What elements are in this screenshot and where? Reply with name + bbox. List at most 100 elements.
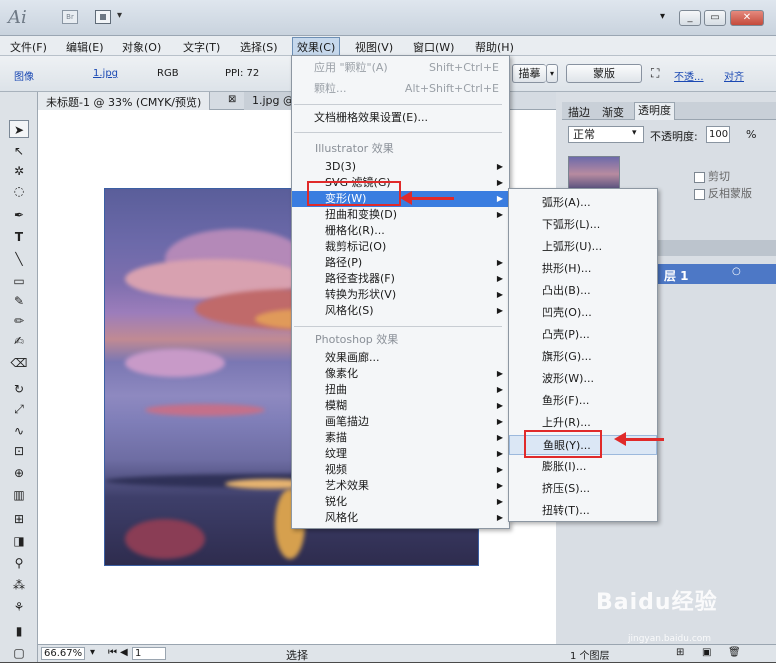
menu-effect[interactable]: 效果(C) xyxy=(292,37,341,57)
chevron-down-icon[interactable]: ▾ xyxy=(117,10,122,21)
warp-item-6[interactable]: 凸壳(P)... xyxy=(509,325,657,345)
menu-item-illustrator-3[interactable]: 扭曲和变换(D) ▶ xyxy=(292,207,509,223)
trash-icon[interactable]: 🗑 xyxy=(728,647,741,658)
trace-options-icon[interactable]: ▾ xyxy=(546,64,558,83)
warp-item-5[interactable]: 凹壳(O)... xyxy=(509,303,657,323)
warp-item-3[interactable]: 拱形(H)... xyxy=(509,259,657,279)
symbol-sprayer-tool-icon[interactable]: ⚘ xyxy=(9,598,29,616)
warp-item-9[interactable]: 鱼形(F)... xyxy=(509,391,657,411)
zoom-dropdown-icon[interactable]: ▾ xyxy=(90,647,95,658)
warp-item-12[interactable]: 膨胀(I)... xyxy=(509,457,657,477)
target-icon[interactable]: ○ xyxy=(732,266,741,277)
gradient-tool-icon[interactable]: ◨ xyxy=(9,532,29,550)
warp-item-2[interactable]: 上弧形(U)... xyxy=(509,237,657,257)
menu-item-grain[interactable]: 颗粒... Alt+Shift+Ctrl+E xyxy=(292,81,509,97)
menu-item-photoshop-0[interactable]: 效果画廊... xyxy=(292,350,509,366)
tab-gradient[interactable]: 渐变 xyxy=(602,104,624,120)
menu-item-doc-raster-settings[interactable]: 文档栅格效果设置(E)... xyxy=(292,110,509,126)
menu-item-photoshop-2[interactable]: 扭曲 ▶ xyxy=(292,382,509,398)
warp-item-14[interactable]: 扭转(T)... xyxy=(509,501,657,521)
menu-item-photoshop-3[interactable]: 模糊 ▶ xyxy=(292,398,509,414)
tab-untitled[interactable]: 未标题-1 @ 33% (CMYK/预览) xyxy=(38,92,211,110)
bridge-button[interactable]: Br xyxy=(62,10,78,24)
menu-item-illustrator-6[interactable]: 路径(P) ▶ xyxy=(292,255,509,271)
mask-button[interactable]: 蒙版 xyxy=(566,64,642,83)
menu-type[interactable]: 文字(T) xyxy=(183,39,220,55)
zoom-field[interactable]: 66.67% xyxy=(41,647,86,660)
blob-brush-tool-icon[interactable]: ✍ xyxy=(9,332,29,350)
menu-object[interactable]: 对象(O) xyxy=(122,39,161,55)
menu-item-photoshop-4[interactable]: 画笔描边 ▶ xyxy=(292,414,509,430)
paintbrush-tool-icon[interactable]: ✎ xyxy=(9,292,29,310)
menu-item-photoshop-10[interactable]: 风格化 ▶ xyxy=(292,510,509,526)
eyedropper-tool-icon[interactable]: ⚲ xyxy=(9,554,29,572)
graph-tool-icon[interactable]: ▥ xyxy=(9,486,29,504)
menu-help[interactable]: 帮助(H) xyxy=(475,39,514,55)
column-graph-tool-icon[interactable]: ▮ xyxy=(9,622,29,640)
filename-link[interactable]: 1.jpg xyxy=(93,68,118,79)
invert-mask-checkbox[interactable]: 反相蒙版 xyxy=(694,185,752,201)
type-tool-icon[interactable]: T xyxy=(9,228,29,246)
menu-item-illustrator-9[interactable]: 风格化(S) ▶ xyxy=(292,303,509,319)
menu-item-illustrator-8[interactable]: 转换为形状(V) ▶ xyxy=(292,287,509,303)
menu-item-apply-grain[interactable]: 应用 "颗粒"(A) Shift+Ctrl+E xyxy=(292,60,509,76)
minimize-button[interactable]: _ xyxy=(679,10,701,26)
menu-item-photoshop-6[interactable]: 纹理 ▶ xyxy=(292,446,509,462)
pen-tool-icon[interactable]: ✒ xyxy=(9,206,29,224)
menu-edit[interactable]: 编辑(E) xyxy=(66,39,104,55)
artboard-tool-icon[interactable]: ▢ xyxy=(9,644,29,662)
line-tool-icon[interactable]: ╲ xyxy=(9,250,29,268)
transform-icon[interactable]: ⛶ xyxy=(651,66,659,81)
menu-item-illustrator-7[interactable]: 路径查找器(F) ▶ xyxy=(292,271,509,287)
menu-view[interactable]: 视图(V) xyxy=(355,39,393,55)
scale-tool-icon[interactable]: ⤢ xyxy=(9,400,29,418)
selection-tool-icon[interactable]: ➤ xyxy=(9,120,29,138)
menu-item-photoshop-7[interactable]: 视频 ▶ xyxy=(292,462,509,478)
direct-selection-tool-icon[interactable]: ↖ xyxy=(9,142,29,160)
close-tab-icon[interactable]: ⊠ xyxy=(228,94,236,105)
tab-transparency[interactable]: 透明度 xyxy=(634,102,675,120)
warp-tool-icon[interactable]: ∿ xyxy=(9,422,29,440)
new-sublayer-icon[interactable]: ⊞ xyxy=(676,647,684,658)
clip-checkbox[interactable]: 剪切 xyxy=(694,168,730,184)
arrange-documents-icon[interactable] xyxy=(95,10,111,24)
menu-item-illustrator-4[interactable]: 栅格化(R)... xyxy=(292,223,509,239)
prev-page-icon[interactable]: ◀ xyxy=(120,647,128,658)
menu-file[interactable]: 文件(F) xyxy=(10,39,47,55)
warp-item-8[interactable]: 波形(W)... xyxy=(509,369,657,389)
align-link[interactable]: 对齐 xyxy=(724,68,744,83)
menu-item-photoshop-1[interactable]: 像素化 ▶ xyxy=(292,366,509,382)
menu-item-illustrator-0[interactable]: 3D(3) ▶ xyxy=(292,159,509,175)
lasso-tool-icon[interactable]: ◌ xyxy=(9,182,29,200)
rectangle-tool-icon[interactable]: ▭ xyxy=(9,272,29,290)
warp-item-4[interactable]: 凸出(B)... xyxy=(509,281,657,301)
menu-item-photoshop-9[interactable]: 锐化 ▶ xyxy=(292,494,509,510)
eraser-tool-icon[interactable]: ⌫ xyxy=(9,354,29,372)
warp-item-7[interactable]: 旗形(G)... xyxy=(509,347,657,367)
restore-button[interactable]: ▭ xyxy=(704,10,726,26)
chevron-down-icon[interactable]: ▾ xyxy=(632,128,637,138)
menu-item-photoshop-8[interactable]: 艺术效果 ▶ xyxy=(292,478,509,494)
warp-item-13[interactable]: 挤压(S)... xyxy=(509,479,657,499)
mesh-tool-icon[interactable]: ⊞ xyxy=(9,510,29,528)
close-button[interactable]: ✕ xyxy=(730,10,764,26)
first-page-icon[interactable]: ⏮ xyxy=(108,647,117,658)
free-transform-tool-icon[interactable]: ⊡ xyxy=(9,442,29,460)
tab-stroke[interactable]: 描边 xyxy=(568,104,590,120)
menu-window[interactable]: 窗口(W) xyxy=(413,39,454,55)
trace-button[interactable]: 描摹 xyxy=(512,64,546,83)
shape-builder-tool-icon[interactable]: ⊕ xyxy=(9,464,29,482)
menu-item-illustrator-5[interactable]: 裁剪标记(O) xyxy=(292,239,509,255)
warp-item-0[interactable]: 弧形(A)... xyxy=(509,193,657,213)
blend-tool-icon[interactable]: ⁂ xyxy=(9,576,29,594)
pencil-tool-icon[interactable]: ✏ xyxy=(9,312,29,330)
rotate-tool-icon[interactable]: ↻ xyxy=(9,380,29,398)
workspace-dropdown-icon[interactable]: ▾ xyxy=(660,11,665,22)
opacity-input[interactable]: 100 xyxy=(706,126,730,143)
page-field[interactable]: 1 xyxy=(132,647,166,660)
warp-item-1[interactable]: 下弧形(L)... xyxy=(509,215,657,235)
menu-select[interactable]: 选择(S) xyxy=(240,39,278,55)
new-layer-icon[interactable]: ▣ xyxy=(702,647,711,658)
magic-wand-tool-icon[interactable]: ✲ xyxy=(9,162,29,180)
opacity-link[interactable]: 不透... xyxy=(674,68,704,83)
